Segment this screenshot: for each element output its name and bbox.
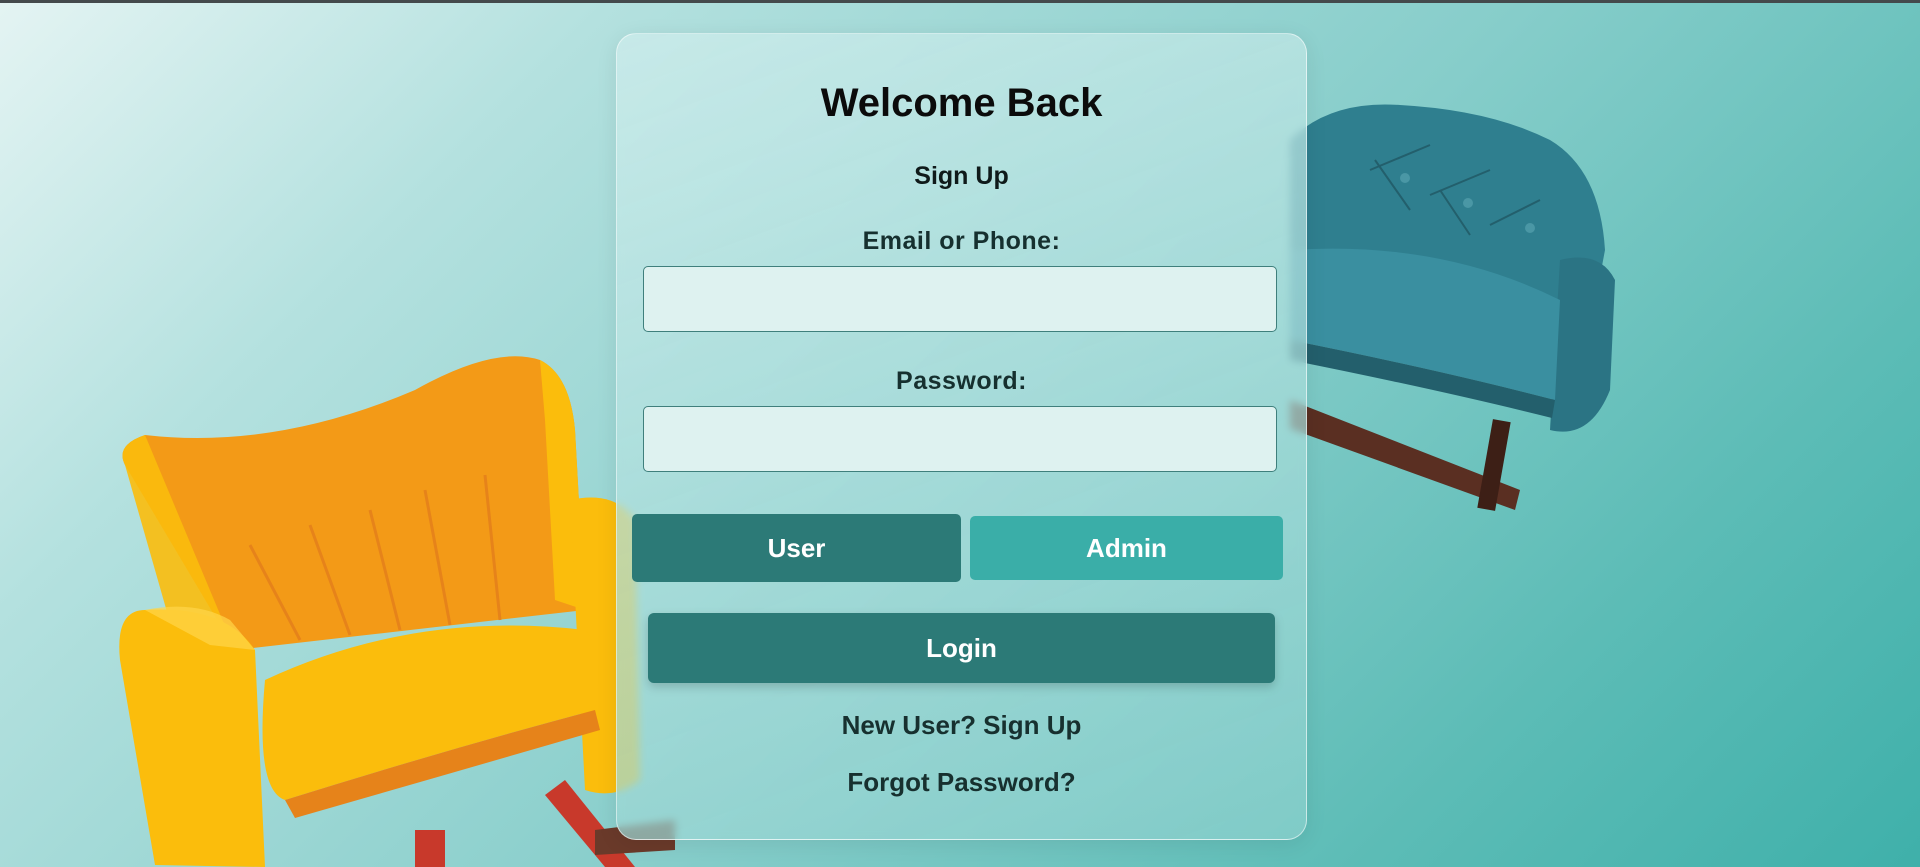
email-field[interactable] xyxy=(643,266,1277,332)
role-admin-button[interactable]: Admin xyxy=(970,516,1283,580)
teal-armchair-illustration xyxy=(1290,104,1615,511)
login-card: Welcome Back Sign Up Email or Phone: Pas… xyxy=(616,33,1307,840)
forgot-password-link[interactable]: Forgot Password? xyxy=(617,767,1306,798)
page-title: Welcome Back xyxy=(820,81,1103,125)
sign-up-link[interactable]: Sign Up xyxy=(617,162,1306,191)
password-field[interactable] xyxy=(643,406,1277,472)
new-user-signup-link[interactable]: New User? Sign Up xyxy=(617,710,1306,741)
yellow-armchair-illustration xyxy=(119,356,675,867)
role-user-button[interactable]: User xyxy=(632,514,961,582)
email-label: Email or Phone: xyxy=(862,227,1061,255)
browser-top-edge xyxy=(0,0,1920,3)
password-label: Password: xyxy=(896,367,1027,395)
login-button[interactable]: Login xyxy=(648,613,1275,683)
